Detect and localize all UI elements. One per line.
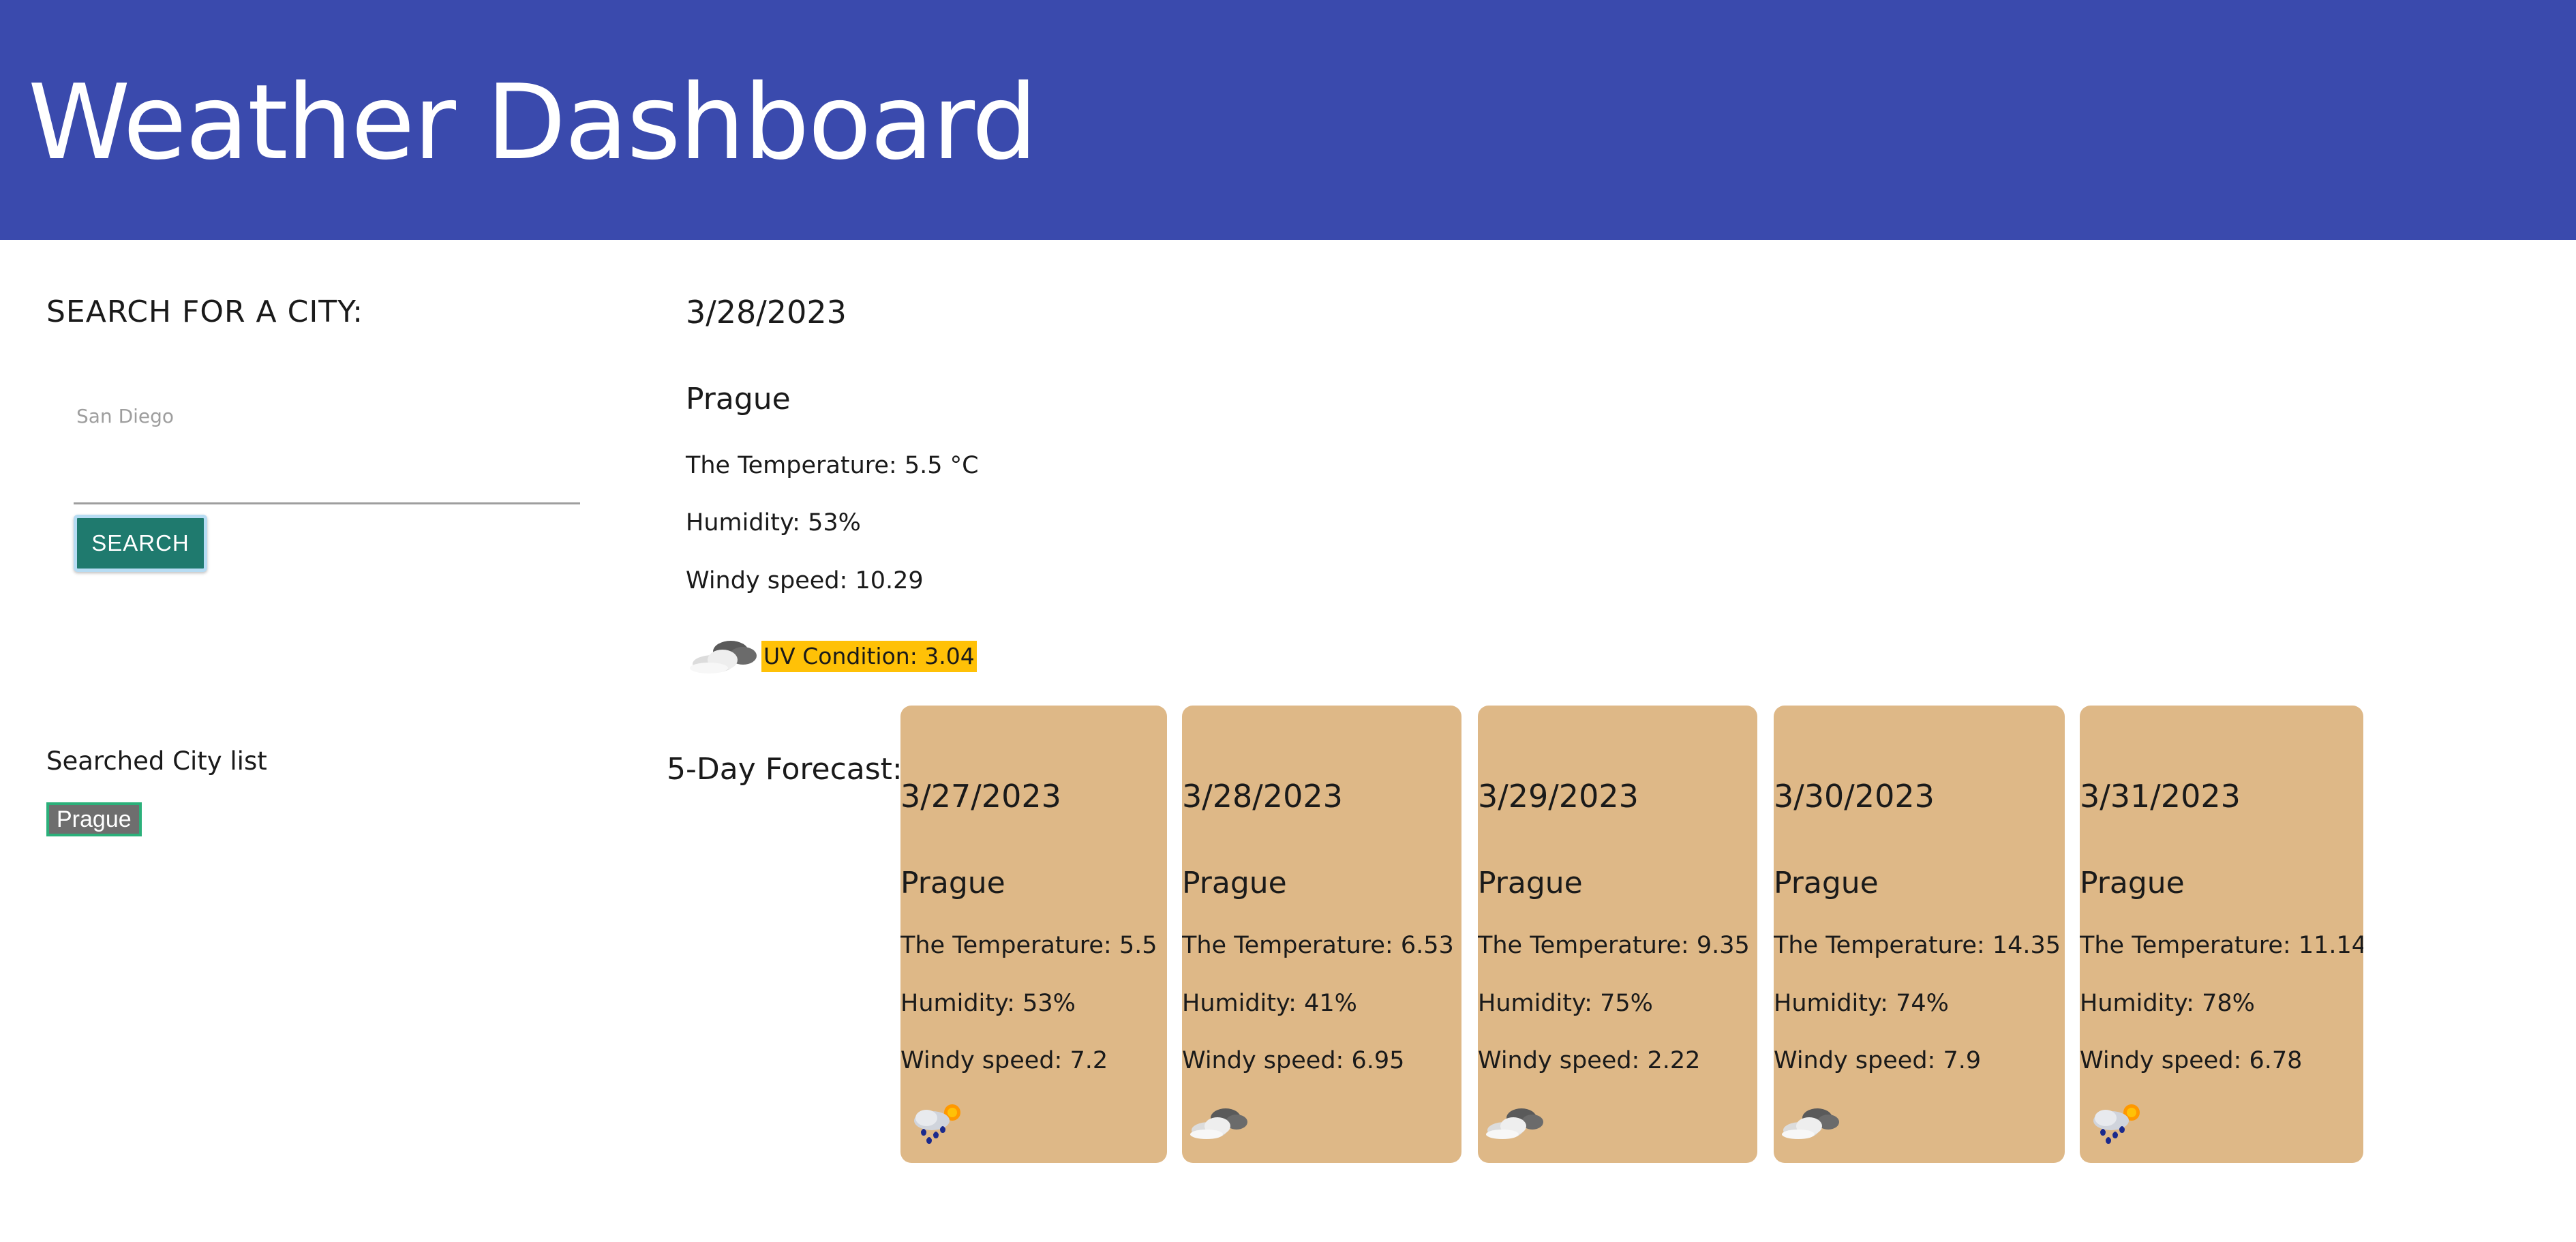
forecast-humidity: Humidity: 41% [1182, 990, 1357, 1017]
forecast-city: Prague [2080, 866, 2185, 900]
rain-sun-icon [914, 1104, 960, 1144]
forecast-date: 3/30/2023 [1774, 778, 1935, 815]
search-heading: SEARCH FOR A CITY: [46, 294, 364, 329]
current-date: 3/28/2023 [686, 294, 847, 331]
forecast-date: 3/28/2023 [1182, 778, 1343, 815]
forecast-temperature: The Temperature: 5.5 °C [900, 932, 1167, 959]
forecast-wind: Windy speed: 7.9 [1774, 1047, 1982, 1074]
forecast-temperature: The Temperature: 6.53 °C [1182, 932, 1461, 959]
forecast-date: 3/27/2023 [900, 778, 1061, 815]
forecast-card: 3/31/2023 Prague The Temperature: 11.14 … [2080, 706, 2363, 1163]
searched-city-heading: Searched City list [46, 746, 267, 776]
forecast-humidity: Humidity: 75% [1478, 990, 1653, 1017]
forecast-card: 3/28/2023 Prague The Temperature: 6.53 °… [1182, 706, 1461, 1163]
search-button[interactable]: SEARCH [74, 515, 207, 572]
current-city: Prague [686, 382, 791, 416]
page-title: Weather Dashboard [28, 62, 1037, 183]
forecast-temperature: The Temperature: 9.35 °C [1478, 932, 1757, 959]
forecast-wind: Windy speed: 6.95 [1182, 1047, 1405, 1074]
forecast-temperature: The Temperature: 11.14 °C [2080, 932, 2363, 959]
search-input[interactable] [74, 392, 580, 504]
app-header: Weather Dashboard [0, 0, 2576, 240]
forecast-card: 3/29/2023 Prague The Temperature: 9.35 °… [1478, 706, 1757, 1163]
cloudy-icon [690, 641, 757, 673]
rain-sun-icon [2093, 1104, 2140, 1144]
cloudy-icon [1486, 1108, 1543, 1139]
forecast-card: 3/27/2023 Prague The Temperature: 5.5 °C… [900, 706, 1167, 1163]
forecast-city: Prague [1182, 866, 1287, 900]
forecast-date: 3/29/2023 [1478, 778, 1639, 815]
forecast-humidity: Humidity: 74% [1774, 990, 1949, 1017]
forecast-heading: 5-Day Forecast: [667, 752, 903, 787]
forecast-humidity: Humidity: 53% [900, 990, 1076, 1017]
forecast-wind: Windy speed: 7.2 [900, 1047, 1108, 1074]
forecast-card: 3/30/2023 Prague The Temperature: 14.35 … [1774, 706, 2065, 1163]
forecast-wind: Windy speed: 6.78 [2080, 1047, 2303, 1074]
forecast-date: 3/31/2023 [2080, 778, 2241, 815]
forecast-city: Prague [1774, 866, 1879, 900]
uv-index-badge: UV Condition: 3.04 [761, 641, 977, 672]
forecast-humidity: Humidity: 78% [2080, 990, 2255, 1017]
forecast-wind: Windy speed: 2.22 [1478, 1047, 1701, 1074]
cloudy-icon [1190, 1108, 1247, 1139]
cloudy-icon [1782, 1108, 1839, 1139]
current-wind: Windy speed: 10.29 [686, 567, 924, 594]
forecast-city: Prague [900, 866, 1005, 900]
searched-city-button[interactable]: Prague [46, 802, 142, 836]
forecast-city: Prague [1478, 866, 1583, 900]
forecast-temperature: The Temperature: 14.35 °C [1774, 932, 2065, 959]
current-humidity: Humidity: 53% [686, 509, 861, 536]
current-temperature: The Temperature: 5.5 °C [686, 452, 979, 479]
